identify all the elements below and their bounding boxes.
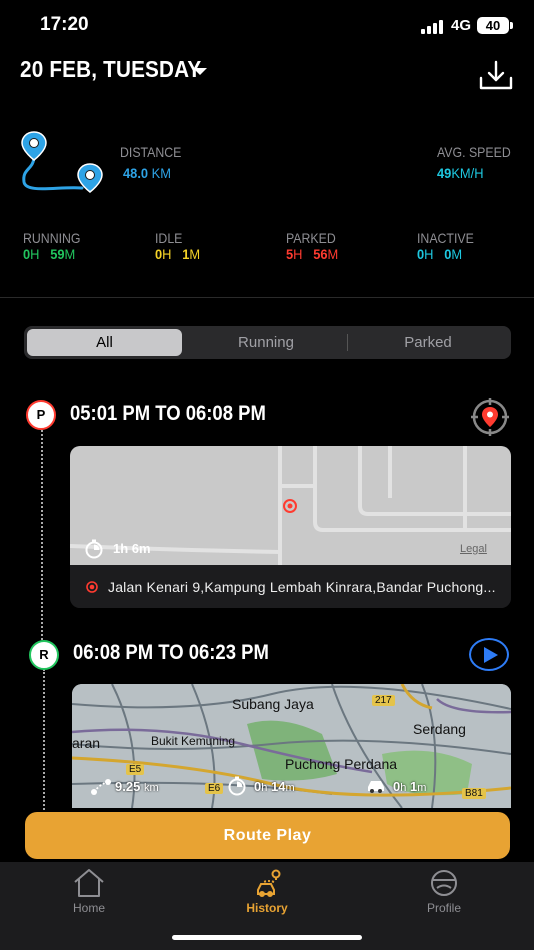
- battery-tip: [510, 22, 513, 29]
- status-time: 17:20: [40, 14, 89, 35]
- idle-m-unit: m: [417, 782, 427, 794]
- avg-speed-label: AVG. SPEED: [437, 144, 511, 160]
- distance-number: 48.0: [123, 165, 149, 181]
- parked-minutes: 56: [313, 246, 328, 262]
- map-label: Subang Jaya: [232, 696, 314, 712]
- tab-home[interactable]: Home: [29, 868, 149, 915]
- trip-card-parked[interactable]: 1h 6m Legal Jalan Kenari 9,Kampung Lemba…: [70, 446, 511, 608]
- idle-label: IDLE: [155, 230, 183, 246]
- tab-all[interactable]: All: [27, 329, 182, 356]
- timeline-line: [41, 430, 43, 656]
- stopwatch-icon: [228, 776, 246, 796]
- home-indicator: [172, 935, 362, 940]
- network-type: 4G: [451, 17, 472, 34]
- parked-h-unit: H: [293, 246, 303, 262]
- battery-icon: 40: [477, 17, 509, 34]
- tab-history-label: History: [246, 901, 288, 915]
- trip-duration: 0h 14m: [254, 779, 295, 794]
- locate-icon[interactable]: [470, 398, 510, 436]
- duration-h-unit: h: [261, 782, 268, 794]
- avg-speed-value: 49KM/H: [437, 165, 484, 181]
- running-m-unit: M: [64, 246, 76, 262]
- distance-value: 48.0 KM: [123, 165, 171, 181]
- route-icon: [21, 131, 103, 193]
- distance-unit: KM: [151, 165, 171, 181]
- location-dot-icon: [86, 581, 98, 593]
- idle-h-unit: H: [162, 246, 172, 262]
- parked-badge: P: [26, 400, 56, 430]
- tab-home-label: Home: [72, 901, 105, 915]
- running-badge: R: [29, 640, 59, 670]
- running-minutes: 59: [50, 246, 65, 262]
- tab-profile[interactable]: Profile: [384, 868, 504, 915]
- map-view[interactable]: 1h 6m Legal: [70, 446, 511, 565]
- running-h-unit: H: [30, 246, 40, 262]
- trip-distance: 9.25 km: [115, 779, 159, 794]
- map-label: Serdang: [413, 721, 466, 737]
- inactive-value: 0H 0M: [417, 246, 462, 262]
- date-selector[interactable]: 20 FEB, TUESDAY: [20, 56, 201, 83]
- tab-profile-label: Profile: [426, 901, 461, 915]
- timeline-line: [43, 669, 45, 814]
- highway-shield: E5: [126, 764, 145, 775]
- trip-distance-unit: km: [143, 782, 159, 794]
- history-icon: [257, 869, 281, 897]
- duration-m-unit: m: [285, 782, 295, 794]
- parked-m-unit: M: [327, 246, 339, 262]
- highway-shield: 217: [372, 695, 395, 706]
- running-value: 0H 59M: [23, 246, 75, 262]
- highway-shield: E6: [205, 783, 224, 794]
- idle-car-icon: [368, 781, 384, 793]
- trip-distance-value: 9.25: [115, 779, 141, 794]
- route-distance-icon: [91, 779, 111, 795]
- tab-running[interactable]: Running: [185, 329, 347, 356]
- inactive-label: INACTIVE: [417, 230, 474, 246]
- idle-m-unit: M: [189, 246, 201, 262]
- home-icon: [74, 869, 104, 897]
- trip-time-range: 05:01 PM TO 06:08 PM: [70, 402, 266, 425]
- trip-address: Jalan Kenari 9,Kampung Lembah Kinrara,Ba…: [108, 579, 496, 595]
- avg-speed-number: 49: [437, 165, 452, 181]
- map-label: Puchong Perdana: [285, 756, 398, 772]
- idle-value: 0H 1M: [155, 246, 200, 262]
- inactive-h-unit: H: [424, 246, 434, 262]
- tab-parked[interactable]: Parked: [348, 329, 508, 356]
- avg-speed-unit: KM/H: [451, 165, 484, 181]
- map-label: Bukit Kemuning: [151, 734, 236, 748]
- stopwatch-icon: [85, 539, 103, 559]
- chevron-down-icon[interactable]: [193, 68, 207, 75]
- parked-duration: 1h 6m: [113, 541, 151, 556]
- filter-segmented-control: All Running Parked: [24, 326, 511, 359]
- idle-h-unit: h: [400, 782, 407, 794]
- section-divider: [0, 297, 534, 298]
- running-hours: 0: [23, 246, 31, 262]
- map-legal-link[interactable]: Legal: [460, 543, 487, 555]
- route-play-button[interactable]: Route Play: [25, 812, 510, 859]
- duration-minutes: 14: [270, 779, 286, 794]
- signal-icon: [421, 20, 443, 34]
- trip-card-running-map[interactable]: Subang Jaya Bukit Kemuning Serdang Pucho…: [72, 684, 511, 808]
- tab-history[interactable]: History: [207, 868, 327, 915]
- trip-idle-time: 0h 1m: [393, 779, 426, 794]
- distance-label: DISTANCE: [120, 144, 182, 160]
- map-label: aran: [72, 735, 101, 751]
- profile-icon: [431, 870, 457, 896]
- inactive-hours: 0: [417, 246, 425, 262]
- idle-hours: 0: [155, 246, 163, 262]
- parked-value: 5H 56M: [286, 246, 338, 262]
- inactive-m-unit: M: [451, 246, 463, 262]
- play-route-button[interactable]: [469, 638, 509, 671]
- highway-shield: B81: [462, 788, 486, 799]
- address-row: Jalan Kenari 9,Kampung Lembah Kinrara,Ba…: [70, 565, 511, 608]
- trip-time-range: 06:08 PM TO 06:23 PM: [73, 641, 269, 664]
- parked-label: PARKED: [286, 230, 336, 246]
- play-icon: [484, 647, 498, 663]
- running-label: RUNNING: [23, 230, 81, 246]
- download-icon[interactable]: [478, 58, 514, 92]
- parked-hours: 5: [286, 246, 294, 262]
